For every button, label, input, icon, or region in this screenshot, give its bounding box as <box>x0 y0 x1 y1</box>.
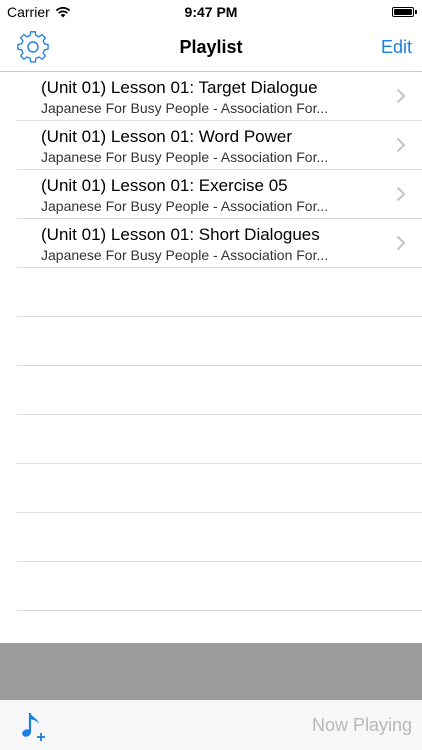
item-subtitle: Japanese For Busy People - Association F… <box>41 100 329 116</box>
edit-button[interactable]: Edit <box>381 37 412 58</box>
empty-row <box>17 268 422 317</box>
nav-bar: Playlist Edit <box>0 24 422 72</box>
empty-row <box>17 415 422 464</box>
status-bar: Carrier 9:47 PM <box>0 0 422 24</box>
chevron-right-icon <box>396 88 406 104</box>
chevron-right-icon <box>396 137 406 153</box>
music-note-add-icon[interactable] <box>20 710 48 742</box>
list-item[interactable]: (Unit 01) Lesson 01: Target Dialogue Jap… <box>17 72 422 121</box>
item-title: (Unit 01) Lesson 01: Target Dialogue <box>41 78 318 97</box>
chevron-right-icon <box>396 235 406 251</box>
list-item[interactable]: (Unit 01) Lesson 01: Word Power Japanese… <box>17 121 422 170</box>
empty-row <box>17 317 422 366</box>
empty-row <box>17 464 422 513</box>
empty-row <box>17 366 422 415</box>
player-band <box>0 643 422 700</box>
page-title: Playlist <box>179 37 243 57</box>
battery-icon <box>392 7 417 17</box>
chevron-right-icon <box>396 186 406 202</box>
item-subtitle: Japanese For Busy People - Association F… <box>41 198 329 214</box>
bottom-toolbar: Now Playing <box>0 700 422 750</box>
playlist-list: (Unit 01) Lesson 01: Target Dialogue Jap… <box>0 72 422 611</box>
item-title: (Unit 01) Lesson 01: Exercise 05 <box>41 176 288 195</box>
item-title: (Unit 01) Lesson 01: Short Dialogues <box>41 225 320 244</box>
list-item[interactable]: (Unit 01) Lesson 01: Exercise 05 Japanes… <box>17 170 422 219</box>
empty-row <box>17 513 422 562</box>
item-title: (Unit 01) Lesson 01: Word Power <box>41 127 293 146</box>
status-time: 9:47 PM <box>184 4 238 20</box>
list-item[interactable]: (Unit 01) Lesson 01: Short Dialogues Jap… <box>17 219 422 268</box>
item-subtitle: Japanese For Busy People - Association F… <box>41 149 329 165</box>
now-playing-button[interactable]: Now Playing <box>312 715 412 736</box>
item-subtitle: Japanese For Busy People - Association F… <box>41 247 329 263</box>
empty-row <box>17 562 422 611</box>
